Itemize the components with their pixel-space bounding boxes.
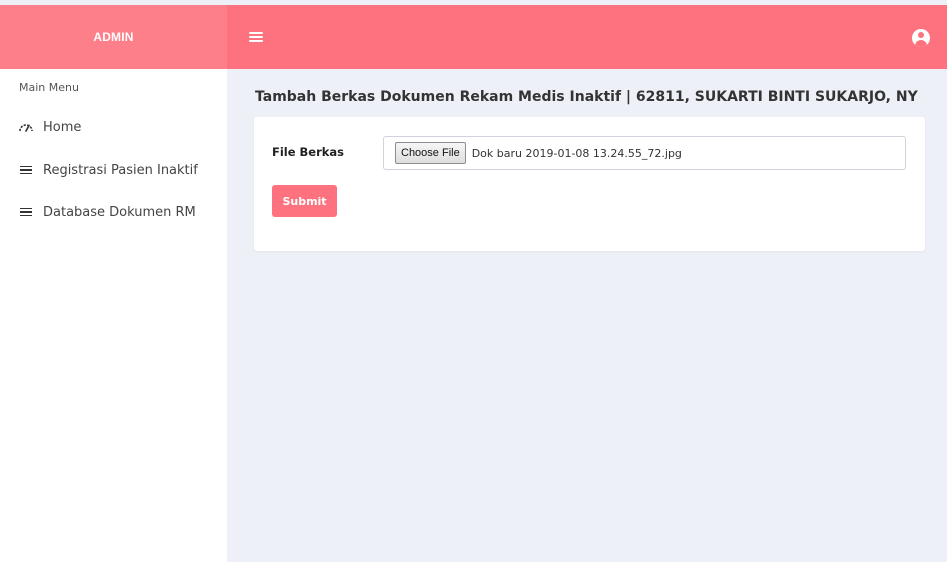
app-frame: ADMIN Main Menu Home Registrasi Pasien I… xyxy=(0,0,947,562)
user-circle-icon[interactable] xyxy=(912,29,930,47)
file-input[interactable]: Choose File Dok baru 2019-01-08 13.24.55… xyxy=(383,136,906,170)
selected-file-name: Dok baru 2019-01-08 13.24.55_72.jpg xyxy=(471,146,682,160)
top-navbar: ADMIN xyxy=(0,5,947,69)
sidebar-item-registrasi-pasien-inaktif[interactable]: Registrasi Pasien Inaktif xyxy=(19,160,198,180)
brand-logo[interactable]: ADMIN xyxy=(0,5,227,69)
sidebar-item-database-dokumen-rm[interactable]: Database Dokumen RM xyxy=(19,202,196,222)
sidebar-item-home[interactable]: Home xyxy=(19,117,81,137)
dashboard-gauge-icon xyxy=(19,122,33,132)
sidebar-item-label: Database Dokumen RM xyxy=(43,204,196,220)
list-icon xyxy=(19,207,33,217)
submit-button[interactable]: Submit xyxy=(272,185,337,217)
sidebar-menu-title: Main Menu xyxy=(19,81,79,94)
sidebar-item-label: Home xyxy=(43,119,82,135)
sidebar: Main Menu Home Registrasi Pasien Inaktif… xyxy=(0,69,227,562)
upload-form-card: File Berkas Choose File Dok baru 2019-01… xyxy=(254,117,925,251)
sidebar-item-label: Registrasi Pasien Inaktif xyxy=(43,162,198,178)
list-icon xyxy=(19,165,33,175)
choose-file-button[interactable]: Choose File xyxy=(395,142,466,164)
file-berkas-label: File Berkas xyxy=(272,145,345,159)
page-title: Tambah Berkas Dokumen Rekam Medis Inakti… xyxy=(255,89,918,105)
hamburger-icon[interactable] xyxy=(249,32,263,42)
